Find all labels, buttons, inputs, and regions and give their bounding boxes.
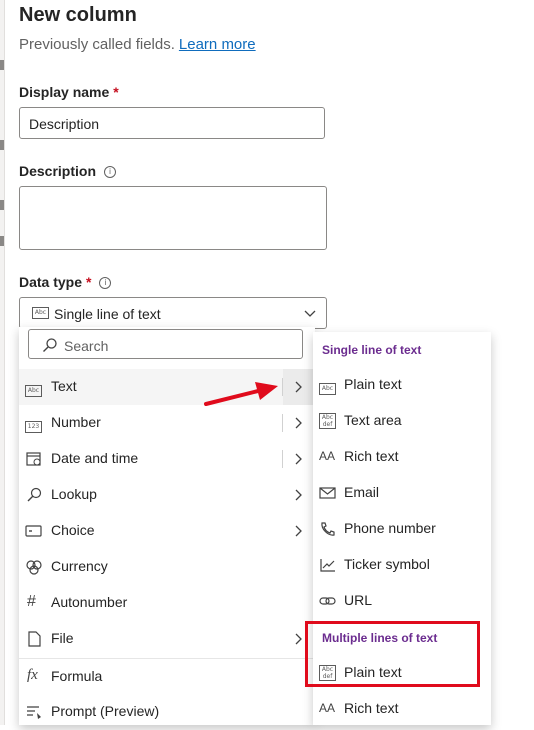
submenu-item-label: Phone number	[344, 520, 436, 536]
calendar-icon	[26, 452, 41, 466]
display-name-label: Display name *	[19, 84, 119, 100]
description-label-text: Description	[19, 163, 97, 179]
submenu-item-email[interactable]: Email	[313, 475, 491, 511]
mail-icon	[319, 487, 336, 499]
panel-subtitle: Previously called fields. Learn more	[19, 36, 256, 53]
required-marker: *	[113, 84, 119, 100]
menu-item-file[interactable]: File	[19, 621, 315, 657]
display-name-value: Description	[29, 116, 100, 132]
chevron-right-icon	[295, 381, 302, 393]
text-area-icon: Abc def	[319, 413, 337, 429]
submenu-item-plain-text[interactable]: Abc Plain text	[313, 367, 491, 403]
menu-item-label: Formula	[51, 668, 103, 684]
prompt-icon	[27, 706, 41, 719]
data-type-selected: Single line of text	[54, 306, 161, 322]
red-arrow-annotation	[204, 382, 278, 406]
menu-item-autonumber[interactable]: # Autonumber	[19, 585, 315, 621]
required-marker: *	[86, 274, 92, 290]
text-abc-icon: Abc	[32, 307, 49, 319]
panel-title: New column	[19, 4, 137, 26]
submenu-item-label: Ticker symbol	[344, 556, 430, 572]
submenu-item-multiline-rich-text[interactable]: AA Rich text	[313, 691, 491, 727]
menu-item-number[interactable]: 123 Number	[19, 405, 315, 441]
submenu-item-phone-number[interactable]: Phone number	[313, 511, 491, 547]
choice-icon	[25, 525, 42, 537]
chevron-right-icon[interactable]	[293, 633, 303, 645]
submenu-item-label: Email	[344, 484, 380, 500]
menu-item-label: Prompt (Preview)	[51, 703, 160, 719]
search-icon	[27, 487, 42, 502]
menu-item-currency[interactable]: Currency	[19, 549, 315, 585]
menu-item-label: File	[51, 630, 74, 646]
background-marker	[0, 140, 4, 150]
phone-icon	[321, 522, 335, 536]
submenu-item-label: Text area	[344, 412, 402, 428]
chevron-right-icon[interactable]	[293, 489, 303, 501]
separator	[282, 414, 283, 432]
search-icon	[43, 338, 57, 352]
text-abc-icon: Abc	[319, 377, 337, 395]
submenu-item-label: Plain text	[344, 376, 402, 392]
menu-item-choice[interactable]: Choice	[19, 513, 315, 549]
learn-more-link[interactable]: Learn more	[179, 36, 256, 53]
data-type-label-text: Data type	[19, 274, 83, 290]
menu-item-label: Autonumber	[51, 594, 128, 610]
rich-text-icon: AA	[319, 449, 336, 463]
background-marker	[0, 200, 4, 210]
menu-item-lookup[interactable]: Lookup	[19, 477, 315, 513]
submenu-group-header: Single line of text	[322, 343, 422, 357]
rich-text-icon: AA	[319, 701, 336, 715]
submenu-item-text-area[interactable]: Abc def Text area	[313, 403, 491, 439]
submenu-item-ticker-symbol[interactable]: Ticker symbol	[313, 547, 491, 583]
display-name-label-text: Display name	[19, 84, 110, 100]
description-textarea[interactable]	[19, 186, 327, 250]
submenu-item-url[interactable]: URL	[313, 583, 491, 619]
chart-line-icon	[320, 559, 335, 572]
submenu-item-label: Rich text	[344, 700, 399, 716]
chevron-down-icon	[304, 310, 316, 317]
menu-item-label: Lookup	[51, 486, 97, 502]
chevron-right-icon[interactable]	[293, 525, 303, 537]
background-panel-edge	[0, 0, 5, 725]
currency-icon	[26, 560, 42, 575]
submenu-item-label: URL	[344, 592, 373, 608]
submenu-item-label: Rich text	[344, 448, 399, 464]
display-name-input[interactable]: Description	[19, 107, 325, 139]
file-icon	[28, 631, 41, 647]
background-marker	[0, 236, 4, 246]
number-123-icon: 123	[25, 415, 43, 433]
fx-icon: fx	[27, 667, 38, 683]
highlight-box	[305, 621, 480, 687]
submenu-item-rich-text[interactable]: AA Rich text	[313, 439, 491, 475]
hash-icon: #	[27, 593, 36, 610]
subtitle-text: Previously called fields.	[19, 36, 175, 53]
menu-search-input[interactable]: Search	[28, 329, 303, 359]
menu-item-date-and-time[interactable]: Date and time	[19, 441, 315, 477]
menu-item-formula[interactable]: fx Formula	[19, 658, 315, 695]
search-placeholder: Search	[64, 338, 109, 354]
link-icon	[319, 597, 336, 605]
info-icon[interactable]: i	[104, 166, 117, 178]
info-icon[interactable]: i	[99, 277, 112, 289]
background-marker	[0, 60, 4, 70]
menu-item-label: Choice	[51, 522, 95, 538]
text-abc-icon: Abc	[25, 379, 43, 397]
chevron-right-icon[interactable]	[293, 417, 303, 429]
menu-item-label: Date and time	[51, 450, 139, 466]
data-type-label: Data type * i	[19, 274, 112, 290]
separator	[282, 450, 283, 468]
chevron-right-icon[interactable]	[293, 453, 303, 465]
menu-item-label: Currency	[51, 558, 108, 574]
menu-item-label: Number	[51, 414, 101, 430]
menu-item-label: Text	[51, 378, 77, 394]
data-type-dropdown[interactable]: Abc Single line of text	[19, 297, 327, 329]
description-label: Description i	[19, 163, 117, 179]
